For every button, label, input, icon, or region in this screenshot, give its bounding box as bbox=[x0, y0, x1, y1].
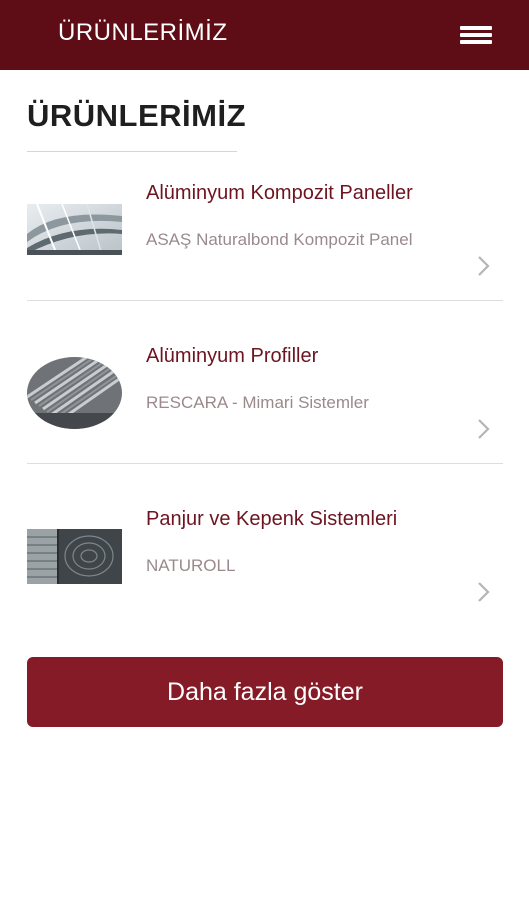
product-item-composite-panels[interactable]: Alüminyum Kompozit Paneller ASAŞ Natural… bbox=[27, 150, 503, 300]
product-subtitle: RESCARA - Mimari Sistemler bbox=[146, 393, 369, 412]
menu-line bbox=[460, 40, 492, 44]
app-bar-title: ÜRÜNLERİMİZ bbox=[58, 19, 228, 46]
chevron-right-icon bbox=[478, 582, 490, 602]
top-app-bar: ÜRÜNLERİMİZ bbox=[0, 0, 529, 70]
hamburger-menu-icon[interactable] bbox=[455, 22, 495, 52]
shutter-systems-image bbox=[27, 529, 122, 584]
menu-line bbox=[460, 26, 492, 30]
chevron-right-icon bbox=[478, 256, 490, 276]
product-item-shutter-systems[interactable]: Panjur ve Kepenk Sistemleri NATUROLL bbox=[27, 476, 503, 626]
shutter-systems-thumbnail bbox=[27, 529, 122, 584]
product-subtitle: NATUROLL bbox=[146, 556, 236, 575]
show-more-button[interactable]: Daha fazla göster bbox=[27, 657, 503, 727]
page-title: ÜRÜNLERİMİZ bbox=[27, 98, 247, 133]
chevron-right-icon bbox=[478, 419, 490, 439]
product-item-aluminum-profiles[interactable]: Alüminyum Profiller RESCARA - Mimari Sis… bbox=[27, 313, 503, 463]
aluminum-profiles-image bbox=[27, 357, 122, 429]
list-divider bbox=[27, 300, 503, 301]
aluminum-profiles-thumbnail bbox=[27, 357, 122, 429]
product-subtitle: ASAŞ Naturalbond Kompozit Panel bbox=[146, 230, 413, 249]
menu-line bbox=[460, 33, 492, 37]
app-screen: ÜRÜNLERİMİZ ÜRÜNLERİMİZ Alüminyum Kompoz… bbox=[0, 0, 529, 900]
composite-panel-image bbox=[27, 204, 122, 255]
product-name: Panjur ve Kepenk Sistemleri bbox=[146, 508, 398, 530]
list-divider bbox=[27, 463, 503, 464]
product-name: Alüminyum Kompozit Paneller bbox=[146, 182, 413, 204]
composite-panel-thumbnail bbox=[27, 204, 122, 255]
product-name: Alüminyum Profiller bbox=[146, 345, 319, 367]
